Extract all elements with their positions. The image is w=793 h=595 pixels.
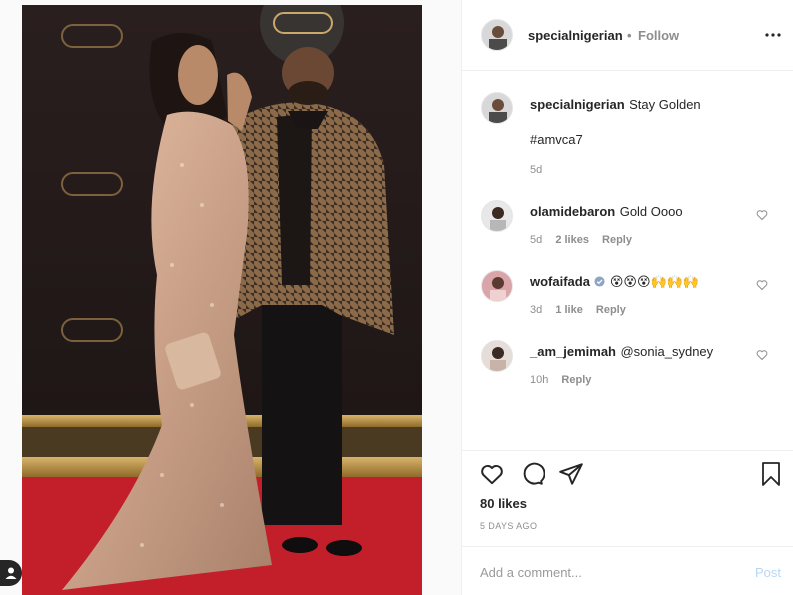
comment-avatar[interactable]: [481, 270, 513, 302]
comment-meta: 10h Reply: [530, 374, 591, 386]
comment-likes[interactable]: 2 likes: [555, 234, 589, 246]
comment-meta: 3d 1 like Reply: [530, 304, 626, 316]
posted-date[interactable]: 5 DAYS AGO: [480, 521, 537, 531]
comment-avatar[interactable]: [481, 340, 513, 372]
comment-username[interactable]: olamidebaron: [530, 204, 615, 219]
comment-time[interactable]: 3d: [530, 304, 542, 316]
composer-divider: [462, 546, 793, 547]
comment-text: 😵😵😵🙌🙌🙌: [609, 274, 700, 289]
comment-like-icon[interactable]: [756, 349, 768, 361]
caption-author-avatar[interactable]: [481, 92, 513, 124]
comment-username[interactable]: wofaifada: [530, 274, 590, 289]
comment-mention[interactable]: @sonia_sydney: [620, 344, 713, 359]
send-icon[interactable]: [558, 461, 584, 487]
comment-reply-button[interactable]: Reply: [596, 304, 626, 316]
likes-count[interactable]: 80 likes: [480, 496, 527, 511]
caption-text: Stay Golden: [629, 97, 701, 112]
comment-like-icon[interactable]: [756, 209, 768, 221]
author-avatar[interactable]: [481, 19, 513, 51]
post-sidebar: specialnigerian • Follow specialnigerian…: [461, 0, 793, 595]
follow-separator: •: [627, 28, 632, 43]
comment-reply-button[interactable]: Reply: [561, 374, 591, 386]
caption-hashtag[interactable]: #amvca7: [530, 132, 583, 147]
actions-divider: [462, 450, 793, 451]
comment-meta: 5d 2 likes Reply: [530, 234, 632, 246]
post-image: [22, 5, 422, 595]
profile-icon[interactable]: [0, 560, 22, 586]
post-photo[interactable]: [22, 5, 422, 595]
comment-icon[interactable]: [519, 461, 545, 487]
comment-username[interactable]: _am_jemimah: [530, 344, 616, 359]
follow-button[interactable]: Follow: [638, 28, 679, 43]
verified-badge-icon: [594, 276, 605, 287]
comment-reply-button[interactable]: Reply: [602, 234, 632, 246]
post-header: specialnigerian • Follow: [462, 0, 793, 71]
post-comment-button[interactable]: Post: [755, 565, 781, 580]
caption-username[interactable]: specialnigerian: [530, 97, 625, 112]
person-icon: [5, 567, 17, 579]
bookmark-icon[interactable]: [759, 461, 783, 487]
comment-body: olamidebaron Gold Oooo: [530, 203, 683, 221]
comment-likes[interactable]: 1 like: [555, 304, 583, 316]
comment-time[interactable]: 5d: [530, 234, 542, 246]
caption-time[interactable]: 5d: [530, 164, 542, 176]
comment-text: Gold Oooo: [619, 204, 683, 219]
author-username[interactable]: specialnigerian: [528, 28, 623, 43]
comment-like-icon[interactable]: [756, 279, 768, 291]
heart-icon[interactable]: [479, 461, 505, 487]
comment-body: _am_jemimah @sonia_sydney: [530, 343, 713, 361]
comment-avatar[interactable]: [481, 200, 513, 232]
comment-body: wofaifada 😵😵😵🙌🙌🙌: [530, 273, 699, 291]
more-horizontal-icon[interactable]: [765, 33, 781, 37]
comment-time[interactable]: 10h: [530, 374, 548, 386]
caption-line: specialnigerian Stay Golden: [530, 96, 701, 114]
add-comment-input[interactable]: Add a comment...: [480, 565, 582, 580]
